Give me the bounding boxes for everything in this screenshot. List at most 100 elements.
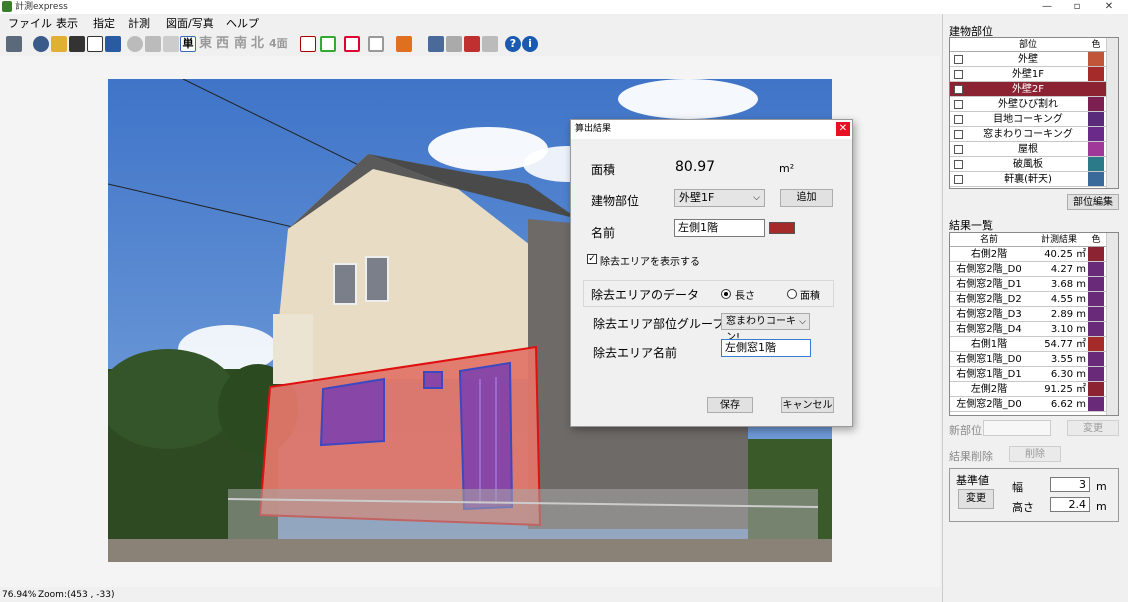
part-color-swatch xyxy=(1088,127,1104,141)
part-row[interactable]: 軒裏(軒天) xyxy=(950,172,1118,187)
house-icon[interactable] xyxy=(464,36,480,52)
part-name: 窓まわりコーキング xyxy=(983,129,1073,140)
camera-icon[interactable] xyxy=(6,36,22,52)
part-checkbox[interactable] xyxy=(954,70,963,79)
result-row[interactable]: 右側窓2階_D0 4.27 m xyxy=(950,262,1118,277)
status-bar: 76.94% Zoom:(453 , -33) xyxy=(0,588,940,602)
results-scrollbar[interactable] xyxy=(1106,233,1118,415)
ksx-file-icon[interactable] xyxy=(87,36,103,52)
save-button[interactable]: 保存 xyxy=(707,397,753,413)
part-row[interactable]: 外壁2F xyxy=(950,82,1118,97)
results-header: 名前 計測結果 色 xyxy=(950,233,1118,247)
undo-icon[interactable] xyxy=(127,36,143,52)
3d-view-icon[interactable] xyxy=(482,36,498,52)
part-select[interactable]: 外壁1F ⌵ xyxy=(674,189,765,207)
west-button[interactable]: 西 xyxy=(216,36,229,52)
delete-result-button[interactable]: 削除 xyxy=(1009,446,1061,462)
line-tool-icon[interactable] xyxy=(300,36,316,52)
part-checkbox[interactable] xyxy=(954,115,963,124)
green-polygon-icon[interactable] xyxy=(320,36,336,52)
radio-area[interactable] xyxy=(787,289,797,299)
part-checkbox[interactable] xyxy=(954,130,963,139)
menu-specify[interactable]: 指定 xyxy=(93,17,115,31)
show-removed-checkbox[interactable]: ✓ xyxy=(587,254,597,264)
result-row[interactable]: 右側窓2階_D3 2.89 m xyxy=(950,307,1118,322)
toolbar: 単 東 西 南 北 4面 ? i xyxy=(0,33,940,55)
removed-group-select[interactable]: 窓まわりコーキン! ⌵ xyxy=(721,313,810,343)
polyline-icon[interactable] xyxy=(396,36,412,52)
part-row[interactable]: 外壁ひび割れ xyxy=(950,97,1118,112)
width-input[interactable]: 3 xyxy=(1050,477,1090,492)
height-label: 高さ xyxy=(1012,501,1034,514)
window-title: 計測express xyxy=(15,2,68,12)
menu-drawing-photo[interactable]: 図面/写真 xyxy=(166,17,214,31)
cancel-button[interactable]: キャンセル xyxy=(781,397,834,413)
name-color-swatch[interactable] xyxy=(769,222,795,234)
part-color-swatch xyxy=(1088,172,1104,186)
save-icon[interactable] xyxy=(105,36,121,52)
change-part-button[interactable]: 変更 xyxy=(1067,420,1119,436)
single-mode-button[interactable]: 単 xyxy=(180,36,196,52)
part-checkbox[interactable] xyxy=(954,160,963,169)
part-checkbox[interactable] xyxy=(954,85,963,94)
height-input[interactable]: 2.4 xyxy=(1050,497,1090,512)
red-polygon-icon[interactable] xyxy=(344,36,360,52)
building-parts-list[interactable]: 部位 色 外壁 外壁1F 外壁2F 外壁ひび割れ 目地コーキング 窓まわりコーキング 屋根破… xyxy=(949,37,1119,189)
edit-parts-button[interactable]: 部位編集 xyxy=(1067,194,1119,210)
hand-icon[interactable] xyxy=(163,36,179,52)
name-input[interactable]: 左側1階 xyxy=(674,219,765,237)
add-button[interactable]: 追加 xyxy=(780,189,833,207)
ruler-icon[interactable] xyxy=(446,36,462,52)
part-row[interactable]: 外壁 xyxy=(950,52,1118,67)
info-icon[interactable]: i xyxy=(522,36,538,52)
result-row[interactable]: 右側窓2階_D2 4.55 m xyxy=(950,292,1118,307)
part-checkbox[interactable] xyxy=(954,145,963,154)
gray-polygon-icon[interactable] xyxy=(368,36,384,52)
menu-help[interactable]: ヘルプ xyxy=(226,17,259,31)
part-name: 破風板 xyxy=(1013,159,1043,170)
result-row[interactable]: 右側1階 54.77 ㎡ xyxy=(950,337,1118,352)
menu-bar: ファイル 表示 指定 計測 図面/写真 ヘルプ xyxy=(0,15,940,33)
result-row[interactable]: 左側窓2階_D0 6.62 m xyxy=(950,397,1118,412)
result-value: 40.25 ㎡ xyxy=(1044,249,1086,260)
result-name: 右側窓2階_D3 xyxy=(956,309,1022,320)
open-folder-icon[interactable] xyxy=(51,36,67,52)
result-row[interactable]: 右側窓1階_D1 6.30 m xyxy=(950,367,1118,382)
measure-angle-icon[interactable] xyxy=(145,36,161,52)
menu-measure[interactable]: 計測 xyxy=(128,17,150,31)
menu-file[interactable]: ファイル xyxy=(8,17,52,31)
part-checkbox[interactable] xyxy=(954,55,963,64)
folder-icon[interactable] xyxy=(69,36,85,52)
close-window-button[interactable]: ✕ xyxy=(1094,0,1124,14)
part-checkbox[interactable] xyxy=(954,175,963,184)
removed-name-input[interactable]: 左側窓1階 xyxy=(721,339,811,357)
result-row[interactable]: 右側2階 40.25 ㎡ xyxy=(950,247,1118,262)
dialog-close-button[interactable]: ✕ xyxy=(836,122,850,136)
part-row[interactable]: 目地コーキング xyxy=(950,112,1118,127)
help-icon[interactable]: ? xyxy=(505,36,521,52)
minimize-button[interactable]: — xyxy=(1032,0,1062,14)
south-button[interactable]: 南 xyxy=(234,36,247,52)
layout-icon[interactable] xyxy=(428,36,444,52)
zoom-coords: Zoom:(453 , -33) xyxy=(38,590,115,600)
target-icon[interactable] xyxy=(33,36,49,52)
result-row[interactable]: 右側窓1階_D0 3.55 m xyxy=(950,352,1118,367)
part-row[interactable]: 破風板 xyxy=(950,157,1118,172)
maximize-button[interactable]: ▫ xyxy=(1062,0,1092,14)
reference-change-button[interactable]: 変更 xyxy=(958,489,994,509)
north-button[interactable]: 北 xyxy=(251,36,264,52)
part-row[interactable]: 窓まわりコーキング xyxy=(950,127,1118,142)
part-checkbox[interactable] xyxy=(954,100,963,109)
part-row[interactable]: 屋根 xyxy=(950,142,1118,157)
part-row[interactable]: 外壁1F xyxy=(950,67,1118,82)
new-part-select[interactable] xyxy=(983,420,1051,436)
radio-length[interactable] xyxy=(721,289,731,299)
result-row[interactable]: 右側窓2階_D4 3.10 m xyxy=(950,322,1118,337)
results-list[interactable]: 名前 計測結果 色 右側2階 40.25 ㎡右側窓2階_D0 4.27 m 右側窓2階… xyxy=(949,232,1119,416)
building-parts-scrollbar[interactable] xyxy=(1106,38,1118,188)
menu-view[interactable]: 表示 xyxy=(56,17,78,31)
result-row[interactable]: 左側2階 91.25 ㎡ xyxy=(950,382,1118,397)
four-sides-button[interactable]: 4面 xyxy=(269,36,288,52)
result-row[interactable]: 右側窓2階_D1 3.68 m xyxy=(950,277,1118,292)
east-button[interactable]: 東 xyxy=(199,36,212,52)
